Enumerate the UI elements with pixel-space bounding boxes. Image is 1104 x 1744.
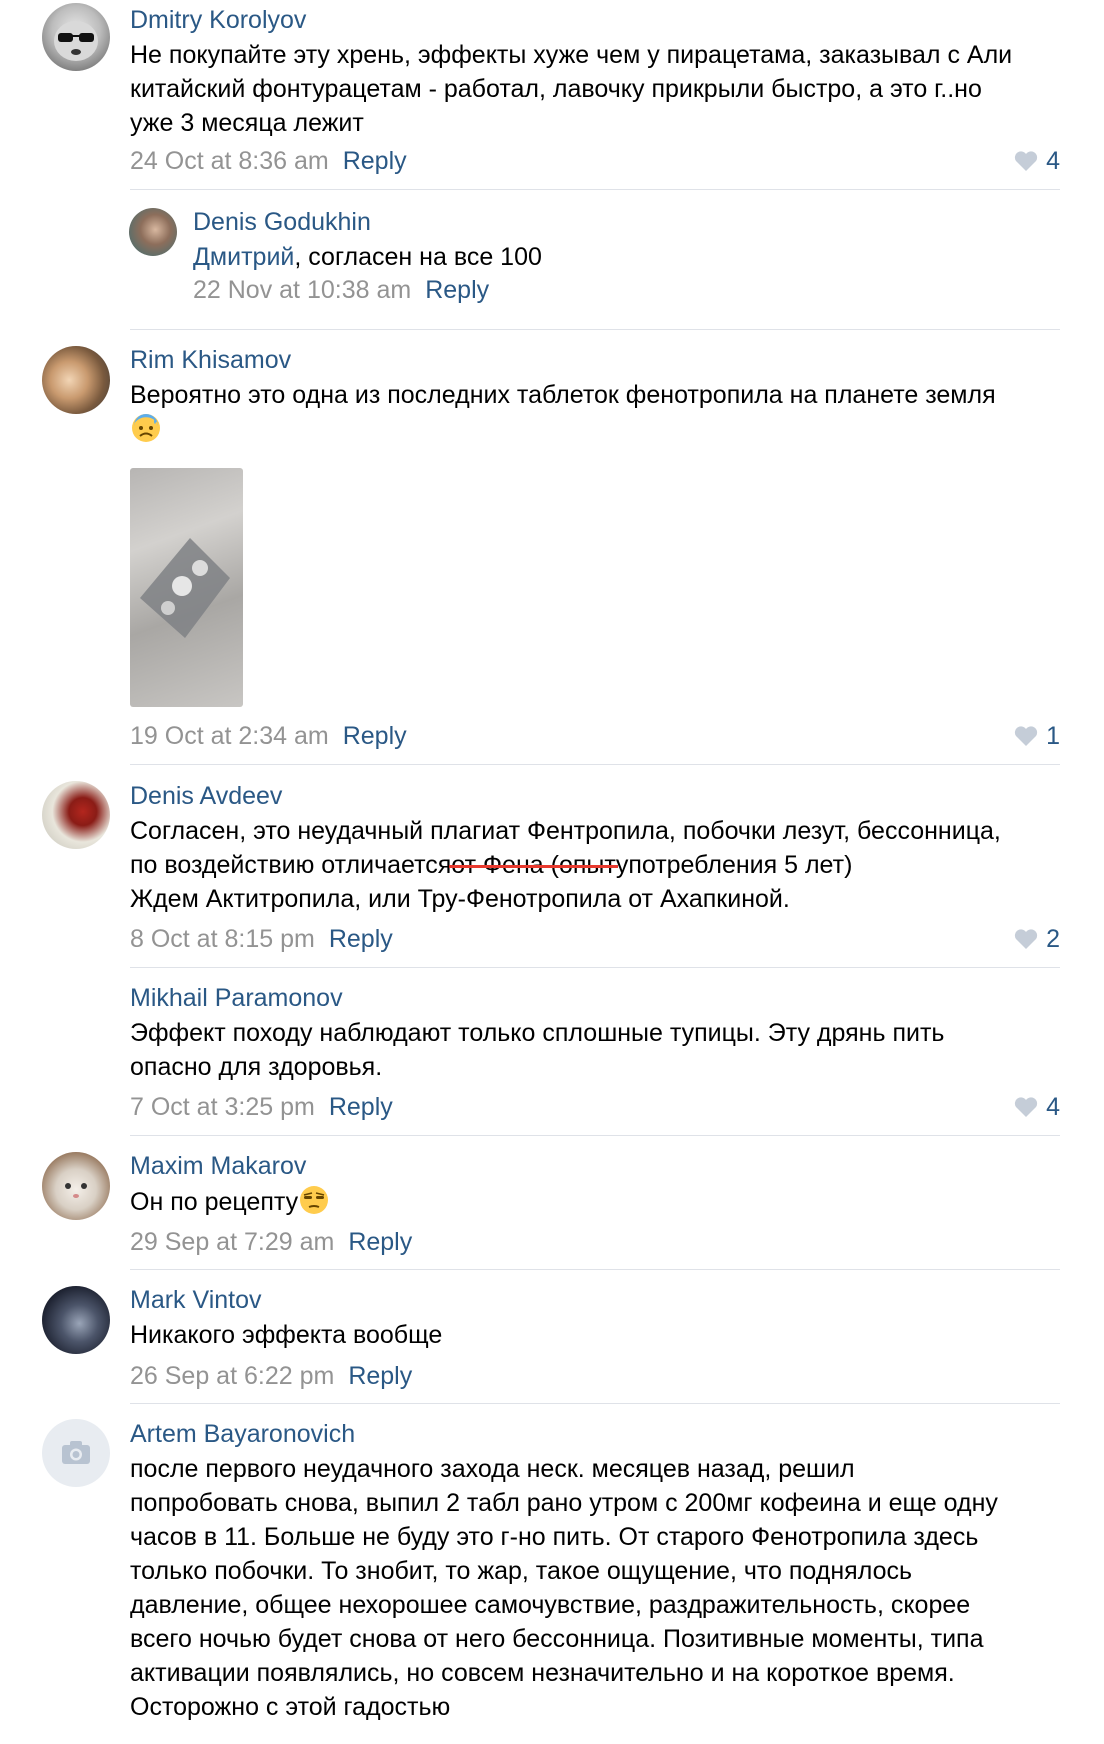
comment-text: после первого неудачного захода неск. ме… (130, 1452, 998, 1724)
like-button[interactable]: 1 (1014, 721, 1060, 751)
comment: Mikhail Paramonov Эффект походу наблюдаю… (0, 967, 1060, 1136)
avatar[interactable] (42, 1152, 110, 1220)
author-name[interactable]: Denis Avdeev (130, 781, 282, 811)
comment-date[interactable]: 19 Oct at 2:34 am (130, 722, 329, 750)
reply-button[interactable]: Reply (343, 147, 407, 175)
like-count: 4 (1046, 1093, 1060, 1121)
comment-reply: Denis Godukhin Дмитрий, согласен на все … (0, 195, 1060, 330)
comment-text: Никакого эффекта вообще (130, 1318, 442, 1352)
author-name[interactable]: Mark Vintov (130, 1285, 262, 1315)
comment-line: уже 3 месяца лежит (130, 109, 364, 137)
comment-date[interactable]: 22 Nov at 10:38 am (193, 276, 411, 304)
heart-icon (1014, 929, 1038, 949)
comment-meta: 26 Sep at 6:22 pm Reply (130, 1361, 412, 1391)
avatar[interactable] (42, 781, 110, 849)
comment: Dmitry Korolyov Не покупайте эту хрень, … (0, 0, 1060, 195)
like-count: 4 (1046, 147, 1060, 175)
comment-date[interactable]: 29 Sep at 7:29 am (130, 1228, 334, 1256)
heart-icon (1014, 151, 1038, 171)
attached-photo[interactable] (130, 468, 243, 707)
author-name[interactable]: Maxim Makarov (130, 1151, 306, 1181)
comment-line: опасно для здоровья. (130, 1053, 383, 1081)
avatar[interactable] (129, 208, 177, 256)
comment-text: Дмитрий, согласен на все 100 (193, 240, 542, 274)
comment-line: всего ночью будет снова от него бессонни… (130, 1625, 984, 1653)
comment-line: Согласен, это неудачный плагиат Фентропи… (130, 817, 1001, 845)
comment-line: Не покупайте эту хрень, эффекты хуже чем… (130, 41, 1013, 69)
comment-line: только побочки. То знобит, то жар, такое… (130, 1557, 912, 1585)
reply-button[interactable]: Reply (329, 925, 393, 953)
comment-date[interactable]: 26 Sep at 6:22 pm (130, 1362, 334, 1390)
text-segment: по воздействию отличается (130, 851, 452, 879)
reply-button[interactable]: Reply (343, 722, 407, 750)
comment-date[interactable]: 7 Oct at 3:25 pm (130, 1093, 315, 1121)
separator (130, 189, 1060, 190)
author-name[interactable]: Dmitry Korolyov (130, 5, 306, 35)
comment-line: после первого неудачного захода неск. ме… (130, 1455, 855, 1483)
comment-meta: 29 Sep at 7:29 am Reply (130, 1227, 412, 1257)
comment-line: китайский фонтурацетам - работал, лавочк… (130, 75, 982, 103)
author-name[interactable]: Rim Khisamov (130, 345, 291, 375)
comment-line: давление, общее нехорошее самочувствие, … (130, 1591, 971, 1619)
author-name[interactable]: Artem Bayaronovich (130, 1419, 355, 1449)
comment: Artem Bayaronovich после первого неудачн… (0, 1403, 1060, 1744)
comment-text: Вероятно это одна из последних таблеток … (130, 378, 996, 447)
emoji-line (130, 412, 996, 447)
cold-sweat-emoji (132, 414, 160, 442)
comment-text: Он по рецепту (130, 1184, 330, 1219)
comment-meta: 7 Oct at 3:25 pm Reply (130, 1092, 393, 1122)
reply-button[interactable]: Reply (348, 1362, 412, 1390)
comment: Mark Vintov Никакого эффекта вообще 26 S… (0, 1269, 1060, 1404)
reply-button[interactable]: Reply (348, 1228, 412, 1256)
reply-button[interactable]: Reply (425, 276, 489, 304)
comment-meta: 24 Oct at 8:36 am Reply (130, 146, 407, 176)
comment-meta: 22 Nov at 10:38 am Reply (193, 275, 489, 305)
text-segment: употребления 5 лет) (615, 851, 853, 879)
comment: Denis Avdeev Согласен, это неудачный пла… (0, 765, 1060, 968)
like-button[interactable]: 4 (1014, 146, 1060, 176)
avatar[interactable] (42, 1286, 110, 1354)
comment-line: попробовать снова, выпил 2 табл рано утр… (130, 1489, 998, 1517)
comment-line: Ждем Актитропила, или Тру-Фенотропила от… (130, 885, 790, 913)
comment-line: , согласен на все 100 (294, 243, 542, 271)
comment-line: часов в 11. Больше не буду это г-но пить… (130, 1523, 979, 1551)
heart-icon (1014, 1097, 1038, 1117)
comment-text: Согласен, это неудачный плагиат Фентропи… (130, 814, 1001, 916)
comment: Maxim Makarov Он по рецепту 29 Sep at 7:… (0, 1135, 1060, 1270)
comment-line: активации появлялись, но совсем незначит… (130, 1659, 955, 1687)
comment-line: Вероятно это одна из последних таблеток … (130, 381, 996, 409)
author-name[interactable]: Mikhail Paramonov (130, 983, 343, 1013)
comment-line: Осторожно с этой гадостью (130, 1693, 451, 1721)
comment-date[interactable]: 8 Oct at 8:15 pm (130, 925, 315, 953)
heart-icon (1014, 726, 1038, 746)
like-button[interactable]: 2 (1014, 924, 1060, 954)
comment: Rim Khisamov Вероятно это одна из послед… (0, 330, 1060, 765)
comment-line: Он по рецепту (130, 1188, 299, 1216)
mention-link[interactable]: Дмитрий (193, 243, 294, 271)
reply-button[interactable]: Reply (329, 1093, 393, 1121)
camera-icon (62, 1441, 90, 1464)
comment-date[interactable]: 24 Oct at 8:36 am (130, 147, 329, 175)
comment-text: Эффект походу наблюдают только сплошные … (130, 1016, 944, 1084)
comment-meta: 8 Oct at 8:15 pm Reply (130, 924, 393, 954)
like-count: 2 (1046, 925, 1060, 953)
comment-line: Эффект походу наблюдают только сплошные … (130, 1019, 945, 1047)
comment-line: по воздействию отличается от Фена (опыт … (130, 848, 1001, 882)
unamused-face-emoji (300, 1186, 329, 1214)
struck-text: от Фена (опыт (449, 848, 618, 882)
comment-text: Не покупайте эту хрень, эффекты хуже чем… (130, 38, 1012, 140)
like-count: 1 (1046, 722, 1060, 750)
avatar[interactable] (42, 3, 110, 71)
avatar[interactable] (42, 1419, 110, 1487)
comment-line: Никакого эффекта вообще (130, 1321, 443, 1349)
avatar[interactable] (42, 346, 110, 414)
like-button[interactable]: 4 (1014, 1092, 1060, 1122)
author-name[interactable]: Denis Godukhin (193, 207, 371, 237)
comment-meta: 19 Oct at 2:34 am Reply (130, 721, 407, 751)
